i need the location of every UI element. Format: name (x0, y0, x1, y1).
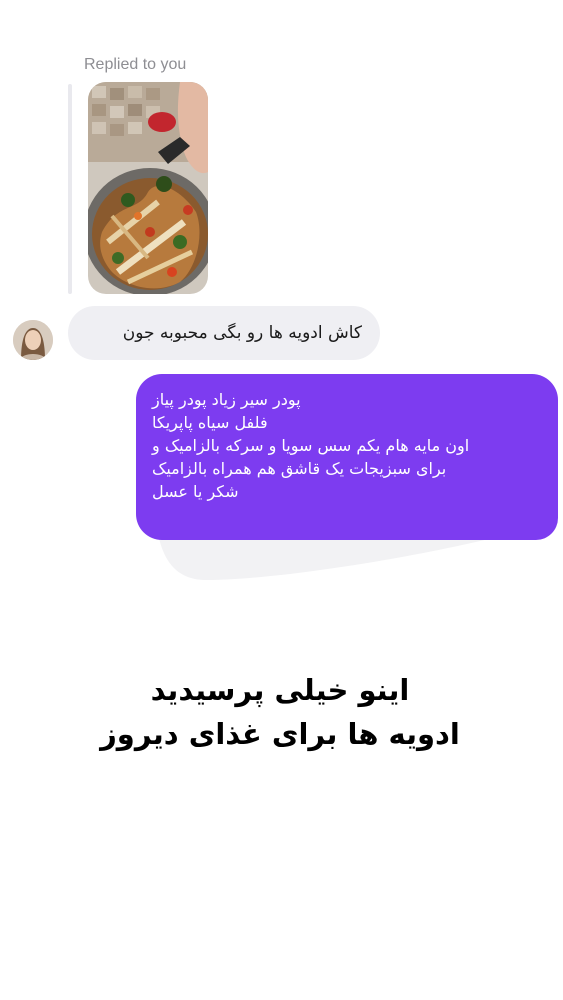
caption-line-1: اینو خیلی پرسیدید (150, 673, 410, 707)
received-message-bubble[interactable]: کاش ادویه ها رو بگی محبوبه جون (68, 306, 380, 360)
food-photo-icon (88, 82, 208, 294)
caption-line-2: ادویه ها برای غذای دیروز (100, 717, 460, 751)
avatar-photo-icon (13, 320, 53, 360)
sent-message-line: فلفل سیاه پاپریکا (152, 413, 268, 432)
sent-message-line: برای سبزیجات یک قاشق هم همراه بالزامیک (152, 459, 447, 478)
shared-food-image[interactable] (88, 82, 208, 294)
story-caption: اینو خیلی پرسیدید ادویه ها برای غذای دیر… (40, 668, 520, 756)
sent-message-line: اون مایه هام یکم سس سویا و سرکه بالزامیک… (152, 436, 470, 455)
sent-message-bubble[interactable]: پودر سیر زیاد پودر پیاز فلفل سیاه پاپریک… (136, 374, 558, 540)
reply-indicator-bar (68, 84, 72, 294)
sent-message-line: شکر یا عسل (152, 482, 239, 501)
received-message-text: کاش ادویه ها رو بگی محبوبه جون (122, 323, 362, 343)
replied-label: Replied to you (84, 56, 187, 73)
avatar[interactable] (13, 320, 53, 360)
sent-message-line: پودر سیر زیاد پودر پیاز (152, 390, 301, 409)
